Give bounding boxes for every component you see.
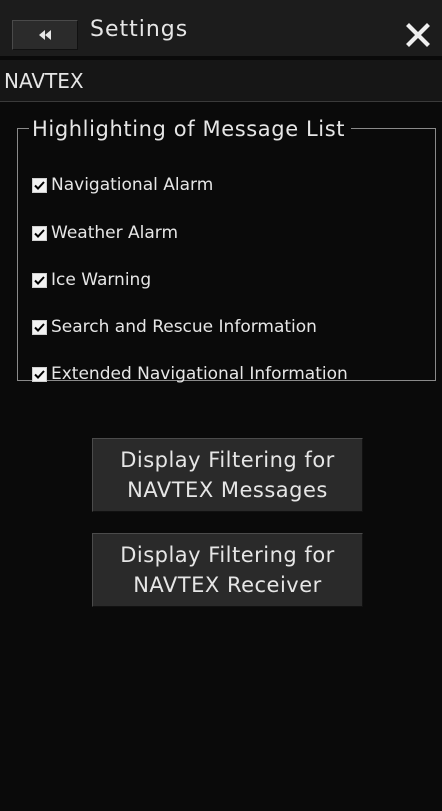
- button-label-line1: Display Filtering for: [120, 543, 335, 567]
- checkbox-extended-navigational[interactable]: Extended Navigational Information: [32, 362, 348, 386]
- checkbox-label: Weather Alarm: [51, 223, 179, 243]
- checkmark-icon: [34, 180, 45, 190]
- checkbox-label: Extended Navigational Information: [51, 364, 348, 384]
- checkbox-search-and-rescue[interactable]: Search and Rescue Information: [32, 315, 317, 339]
- button-label-line2: NAVTEX Receiver: [133, 573, 322, 597]
- checkmark-icon: [34, 322, 45, 332]
- window-title: Settings: [90, 17, 189, 42]
- checkmark-icon: [34, 275, 45, 285]
- checkbox-ice-warning[interactable]: Ice Warning: [32, 268, 151, 292]
- close-button[interactable]: [400, 17, 436, 53]
- checkbox-label: Ice Warning: [51, 270, 152, 290]
- button-label-line2: NAVTEX Messages: [127, 478, 328, 502]
- section-header: NAVTEX: [0, 60, 442, 102]
- settings-panel: Settings NAVTEX Highlighting of Message …: [0, 0, 442, 811]
- checkbox-label: Search and Rescue Information: [51, 317, 317, 337]
- checkmark-icon: [34, 228, 45, 238]
- title-bar: Settings: [0, 0, 442, 56]
- close-icon: [406, 23, 430, 47]
- checkbox-weather-alarm[interactable]: Weather Alarm: [32, 221, 178, 245]
- checkbox-label: Navigational Alarm: [51, 175, 214, 195]
- highlight-group: Highlighting of Message List Navigationa…: [17, 116, 436, 384]
- button-label-line1: Display Filtering for: [120, 448, 335, 472]
- display-filtering-messages-button[interactable]: Display Filtering for NAVTEX Messages: [92, 438, 363, 512]
- checkbox[interactable]: [32, 225, 47, 241]
- checkmark-icon: [34, 369, 45, 379]
- checkbox[interactable]: [32, 319, 47, 335]
- double-chevron-left-icon: [39, 30, 51, 40]
- checkbox[interactable]: [32, 272, 47, 288]
- checkbox[interactable]: [32, 177, 47, 193]
- checkbox-navigational-alarm[interactable]: Navigational Alarm: [32, 173, 213, 197]
- checkbox[interactable]: [32, 366, 47, 382]
- group-legend: Highlighting of Message List: [29, 116, 352, 142]
- section-title: NAVTEX: [4, 69, 84, 93]
- collapse-button[interactable]: [12, 20, 78, 50]
- display-filtering-receiver-button[interactable]: Display Filtering for NAVTEX Receiver: [92, 533, 363, 607]
